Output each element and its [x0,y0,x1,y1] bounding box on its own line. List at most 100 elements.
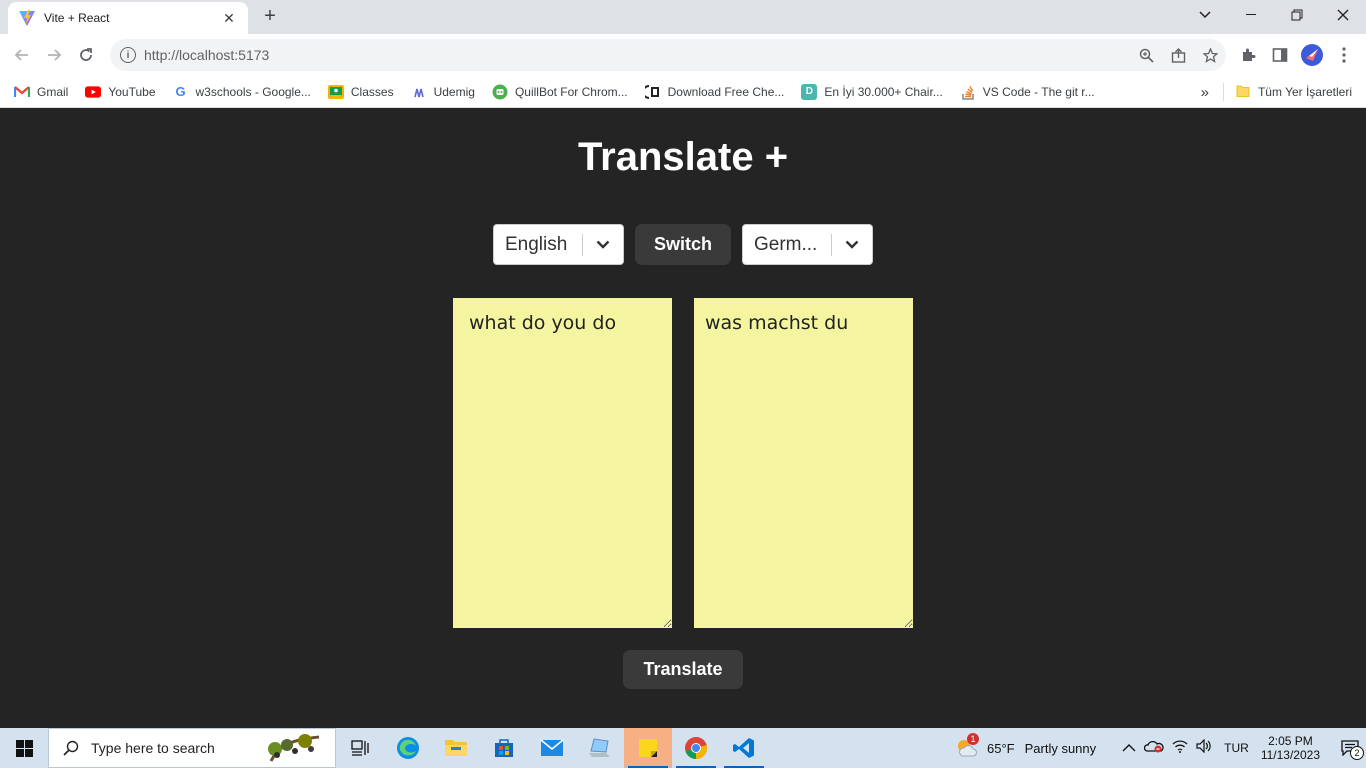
translate-button[interactable]: Translate [623,650,743,689]
bookmark-gmail[interactable]: Gmail [14,84,68,100]
task-view-button[interactable] [336,728,384,768]
chevron-down-icon [1199,11,1211,19]
sticky-notes-icon [639,739,657,757]
bookmark-label: YouTube [108,84,156,99]
all-bookmarks-button[interactable]: Tüm Yer İşaretleri [1258,85,1352,99]
bookmark-label: w3schools - Google... [195,84,311,99]
google-icon: G [175,84,186,99]
bookmark-label: En İyi 30.000+ Chair... [824,84,943,99]
bookmarks-overflow-button[interactable]: » [1201,84,1209,101]
taskbar-search-box[interactable]: Type here to search [48,728,336,768]
side-panel-icon[interactable] [1269,44,1291,66]
vite-icon [19,10,35,26]
bookmark-youtube[interactable]: YouTube [85,84,156,100]
tab-title: Vite + React [44,11,110,25]
wifi-icon[interactable] [1172,739,1188,758]
bookmark-vscode-git[interactable]: VS Code - The git r... [960,84,1095,100]
translated-text-output[interactable]: was machst du [694,298,913,628]
stackoverflow-icon [960,84,976,100]
restore-icon [1291,9,1303,21]
weather-widget[interactable]: 1 65°F Partly sunny [955,733,1097,759]
restore-button[interactable] [1274,0,1320,30]
bookmark-label: Download Free Che... [667,84,785,99]
search-icon [63,740,79,756]
quillbot-icon [492,84,508,100]
tab-search-button[interactable] [1182,0,1228,30]
switch-button[interactable]: Switch [635,224,731,265]
chevron-up-icon[interactable] [1122,739,1136,757]
chevron-down-icon[interactable] [832,240,872,249]
start-button[interactable] [0,728,48,768]
tab-strip: Vite + React ✕ + [0,0,1366,34]
forward-button[interactable] [40,42,68,68]
edge-icon [397,737,419,759]
back-button[interactable] [8,42,36,68]
bookmark-chegg[interactable]: Download Free Che... [644,84,785,100]
close-icon [1337,9,1349,21]
taskbar-file-explorer[interactable] [432,728,480,768]
taskbar-mail[interactable] [528,728,576,768]
from-language-select[interactable]: English [493,224,624,265]
bookmark-label: VS Code - The git r... [982,84,1095,99]
minimize-button[interactable] [1228,0,1274,30]
bookmark-classes[interactable]: Classes [327,84,394,100]
chevron-down-icon[interactable] [583,240,623,249]
new-tab-button[interactable]: + [258,4,282,28]
youtube-icon [85,84,102,100]
address-bar[interactable]: i http://localhost:5173 [110,39,1226,71]
bookmark-label: Udemig [433,84,475,99]
d-icon: D [801,83,818,100]
divider [1222,83,1224,101]
weather-temp: 65°F [987,740,1015,756]
to-language-value: Germ... [754,233,818,255]
vscode-icon [733,738,754,758]
bookmark-w3schools[interactable]: G w3schools - Google... [173,84,311,100]
chrome-icon [685,737,707,759]
url-text: http://localhost:5173 [144,47,270,63]
taskbar-store[interactable] [480,728,528,768]
taskbar-remote-app[interactable] [576,728,624,768]
taskbar-chrome[interactable] [672,728,720,768]
from-language-value: English [505,233,568,255]
volume-icon[interactable] [1196,738,1212,758]
onedrive-icon[interactable] [1143,739,1164,758]
app-page: Translate + English Switch Germ... what … [0,109,1366,728]
taskbar-edge[interactable] [384,728,432,768]
search-highlight-icon [268,734,320,762]
bookmark-chairs[interactable]: D En İyi 30.000+ Chair... [801,83,943,100]
profile-avatar[interactable] [1301,44,1323,66]
site-info-icon[interactable]: i [120,47,136,63]
bookmark-label: QuillBot For Chrom... [514,84,628,99]
bookmark-udemig[interactable]: Udemig [411,84,475,100]
input-language[interactable]: TUR [1224,741,1249,755]
zoom-icon[interactable] [1130,48,1162,63]
share-icon[interactable] [1162,47,1194,63]
reload-icon [80,48,92,61]
taskbar-sticky-notes[interactable] [624,728,672,768]
to-language-select[interactable]: Germ... [742,224,873,265]
weather-badge: 1 [967,733,979,745]
source-text-input[interactable]: what do you do [453,298,672,628]
weather-desc: Partly sunny [1024,740,1097,756]
clock-time: 2:05 PM [1268,734,1313,748]
bookmark-label: Classes [350,84,394,99]
close-window-button[interactable] [1320,0,1366,30]
windows-icon [15,739,33,757]
taskbar-vscode[interactable] [720,728,768,768]
reload-button[interactable] [72,42,100,68]
udemy-icon [411,84,427,100]
clock[interactable]: 2:05 PM 11/13/2023 [1261,734,1320,762]
page-title: Translate + [577,135,789,179]
star-bookmark-icon[interactable] [1194,47,1226,63]
classroom-icon [327,84,344,100]
store-icon [495,739,513,757]
browser-toolbar: i http://localhost:5173 [0,34,1366,76]
browser-tab-active[interactable]: Vite + React ✕ [8,2,248,34]
bookmarks-bar: Gmail YouTube G w3schools - Google... Cl… [0,76,1366,108]
task-view-icon [351,740,369,756]
extensions-icon[interactable] [1237,44,1259,66]
bookmark-quillbot[interactable]: QuillBot For Chrom... [492,84,628,100]
notification-center-button[interactable]: 2 [1334,728,1366,768]
close-tab-icon[interactable]: ✕ [220,10,238,27]
menu-kebab-icon[interactable] [1333,44,1355,66]
